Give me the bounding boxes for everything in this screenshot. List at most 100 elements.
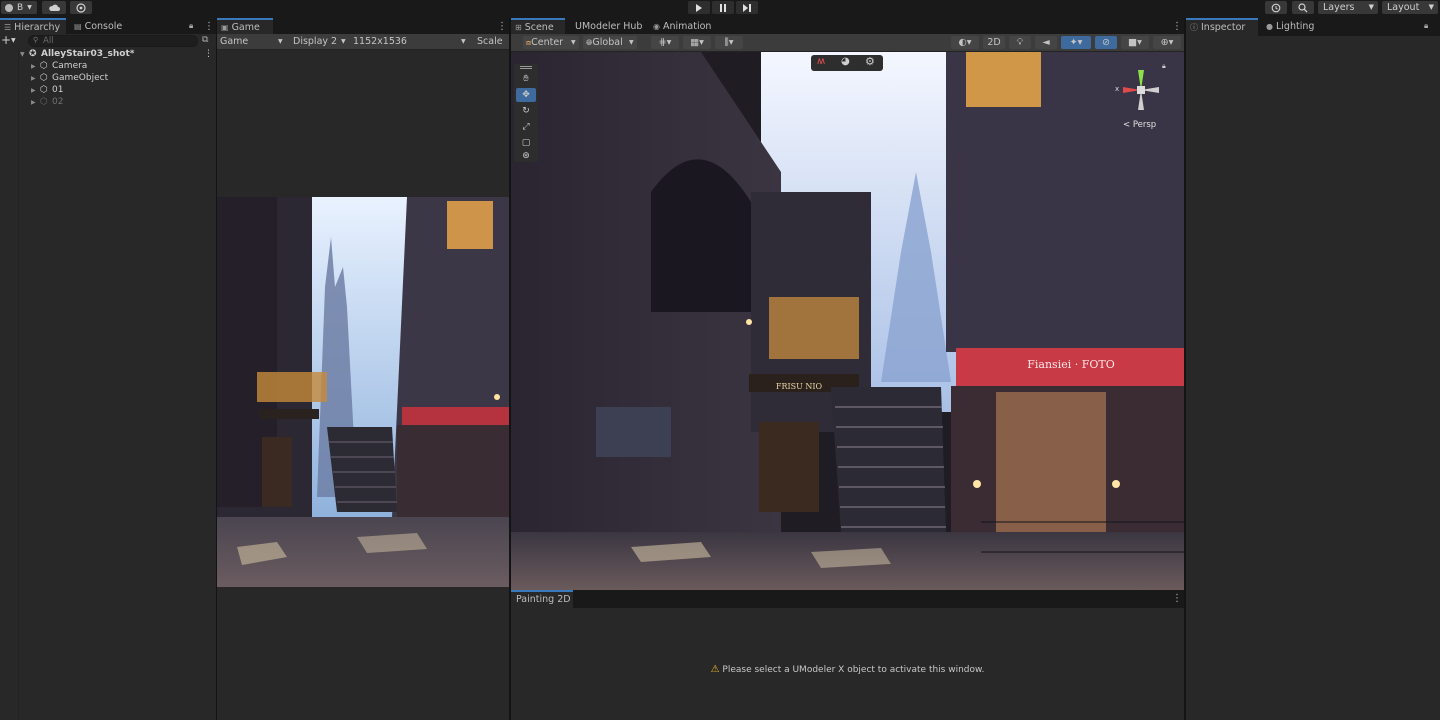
shape-icon[interactable]: ◕ bbox=[841, 56, 850, 67]
move-tool[interactable]: ✥ bbox=[516, 88, 536, 102]
rotate-tool[interactable]: ↻ bbox=[516, 104, 536, 118]
effects-toggle-button[interactable]: ✦▾ bbox=[1061, 36, 1091, 49]
gamepad-icon: ▣ bbox=[221, 23, 229, 32]
gizmo-icon: ⊕▾ bbox=[1160, 37, 1174, 48]
lock-icon[interactable]: 🔒︎ bbox=[189, 21, 193, 31]
lock-icon[interactable]: 🔒︎ bbox=[1162, 62, 1166, 71]
more-menu-icon[interactable]: ⋮ bbox=[204, 21, 214, 32]
snap-icon: ⫼▾ bbox=[724, 37, 734, 48]
plus-icon[interactable]: + bbox=[1, 33, 11, 47]
display-dropdown[interactable]: Display 2 ▼ bbox=[293, 35, 351, 48]
more-menu-icon[interactable]: ⋮ bbox=[1172, 21, 1182, 32]
more-menu-icon[interactable]: ⋮ bbox=[204, 48, 213, 60]
orientation-gizmo[interactable]: x < Persp bbox=[1111, 62, 1171, 130]
light-bulb-icon: 💡︎ bbox=[1016, 37, 1024, 48]
toggle-2d-button[interactable]: 2D bbox=[983, 36, 1005, 49]
hierarchy-item-01[interactable]: ▶ ⬡ 01 bbox=[0, 84, 216, 96]
gizmos-button[interactable]: ⊕▾ bbox=[1153, 36, 1181, 49]
grid-snap-icon: ⋕▾ bbox=[658, 37, 672, 48]
search-icon bbox=[1298, 2, 1308, 12]
more-menu-icon[interactable]: ⋮ bbox=[1172, 593, 1182, 604]
audio-toggle-button[interactable]: ◄ bbox=[1035, 36, 1057, 49]
increment-snap-button[interactable]: ⫼▾ bbox=[715, 36, 743, 49]
gear-icon[interactable]: ⚙︎ bbox=[865, 55, 875, 68]
game-mode-dropdown[interactable]: Game ▼ bbox=[220, 35, 286, 48]
layout-dropdown[interactable]: Layout ▼ bbox=[1382, 1, 1438, 14]
game-view-render[interactable] bbox=[217, 197, 509, 587]
tab-inspector[interactable]: ⓘ Inspector bbox=[1186, 18, 1258, 36]
step-button[interactable] bbox=[736, 1, 758, 14]
drag-handle-icon[interactable] bbox=[520, 66, 532, 69]
alley-scene-image bbox=[217, 197, 509, 587]
hand-icon: ✋︎ bbox=[523, 74, 529, 84]
gizmo-x-label: x bbox=[1115, 85, 1120, 93]
grid-icon: ▦▾ bbox=[690, 37, 704, 48]
play-button[interactable] bbox=[688, 1, 710, 14]
pivot-mode-dropdown[interactable]: ⧈Center ▼ bbox=[523, 36, 579, 49]
hierarchy-item-gameobject[interactable]: ▶ ⬡ GameObject bbox=[0, 72, 216, 84]
expand-right-icon[interactable]: ▶ bbox=[31, 97, 40, 109]
tab-painting-2d[interactable]: Painting 2D bbox=[511, 590, 573, 608]
scene-toolbar: ⧈Center ▼ 🌐︎Global ▼ ⋕▾ ▦▾ ⫼▾ ◐▾ 2D 💡︎ ◄… bbox=[511, 34, 1184, 52]
rect-tool[interactable]: ▢ bbox=[516, 136, 536, 150]
hierarchy-gutter bbox=[18, 48, 19, 720]
step-icon bbox=[742, 3, 751, 12]
space-mode-dropdown[interactable]: 🌐︎Global ▼ bbox=[583, 36, 637, 49]
lighting-toggle-button[interactable]: 💡︎ bbox=[1009, 36, 1031, 49]
chevron-down-icon: ▼ bbox=[27, 4, 32, 11]
grid-snap-button[interactable]: ⋕▾ bbox=[651, 36, 679, 49]
rect-transform-icon: ▢ bbox=[521, 138, 531, 148]
divider[interactable] bbox=[216, 18, 217, 720]
account-icon bbox=[5, 3, 13, 12]
pause-button[interactable] bbox=[712, 1, 734, 14]
scene-view-render[interactable]: FRISU NIO Fiansiei · FOTO ✋︎ ✥ ↻ ⤢ ▢ ⊛ ʍ… bbox=[511, 52, 1184, 590]
draw-mode-button[interactable]: ◐▾ bbox=[951, 36, 979, 49]
lock-icon[interactable]: 🔒︎ bbox=[1424, 21, 1428, 31]
gameobject-cube-icon: ⬡ bbox=[40, 85, 48, 95]
history-icon bbox=[1271, 3, 1281, 12]
scale-tool[interactable]: ⤢ bbox=[516, 120, 536, 134]
more-menu-icon[interactable]: ⋮ bbox=[497, 21, 507, 32]
hierarchy-panel: ☰ Hierarchy ▤ Console 🔒︎ ⋮ + ▼ ⚲ All ⧉ ▼ ✪ A… bbox=[0, 18, 216, 720]
history-button[interactable] bbox=[1265, 1, 1287, 14]
scene-visibility-icon[interactable]: ⧉ bbox=[202, 35, 208, 45]
projection-label[interactable]: < Persp bbox=[1123, 120, 1156, 130]
transform-icon: ⊛ bbox=[522, 151, 530, 161]
account-dropdown[interactable]: B ▼ bbox=[1, 1, 37, 14]
tab-lighting[interactable]: ● Lighting bbox=[1262, 18, 1326, 36]
cloud-button[interactable] bbox=[42, 1, 66, 14]
scene-panel: ⊞ Scene UModeler Hub ◉ Animation ⋮ ⧈Center… bbox=[511, 18, 1184, 590]
info-icon: ⓘ bbox=[1190, 23, 1198, 32]
chevron-down-icon[interactable]: ▼ bbox=[11, 37, 16, 44]
chevron-down-icon: ▼ bbox=[1368, 3, 1374, 11]
play-icon bbox=[696, 3, 702, 12]
chevron-down-icon: ▼ bbox=[571, 39, 576, 46]
layout-label: Layout bbox=[1387, 2, 1420, 13]
umodeler-logo-icon[interactable]: ʍ bbox=[817, 56, 825, 67]
grid-visibility-button[interactable]: ▦▾ bbox=[683, 36, 711, 49]
resolution-dropdown[interactable]: 1152x1536 ▼ bbox=[353, 35, 471, 48]
grid-icon: ⊞ bbox=[515, 23, 522, 32]
chevron-down-icon: ▼ bbox=[629, 39, 634, 46]
layers-dropdown[interactable]: Layers ▼ bbox=[1318, 1, 1378, 14]
effects-icon: ✦▾ bbox=[1069, 37, 1083, 48]
collab-button[interactable] bbox=[70, 1, 92, 14]
chevron-down-icon: ▼ bbox=[278, 38, 283, 45]
warning-icon: ⚠ bbox=[710, 664, 720, 675]
hierarchy-item-02[interactable]: ▶ ⬡ 02 bbox=[0, 96, 216, 108]
transform-tool[interactable]: ⊛ bbox=[516, 150, 536, 162]
scene-root-row[interactable]: ▼ ✪ AlleyStair03_shot* ⋮ bbox=[0, 48, 216, 60]
hierarchy-item-camera[interactable]: ▶ ⬡ Camera bbox=[0, 60, 216, 72]
hand-tool[interactable]: ✋︎ bbox=[516, 72, 536, 86]
painting-2d-message: ⚠ Please select a UModeler X object to a… bbox=[710, 664, 985, 675]
shop-sign-left: FRISU NIO bbox=[775, 382, 823, 391]
divider[interactable] bbox=[1184, 18, 1186, 720]
scale-slider[interactable]: Scale bbox=[477, 35, 509, 48]
eye-slash-icon: ⊘ bbox=[1102, 37, 1110, 48]
scene-visibility-button[interactable]: ⊘ bbox=[1095, 36, 1117, 49]
divider[interactable] bbox=[509, 18, 511, 720]
hierarchy-search-input[interactable]: ⚲ All bbox=[28, 35, 198, 47]
camera-settings-button[interactable]: ■▾ bbox=[1121, 36, 1149, 49]
scale-icon: ⤢ bbox=[522, 122, 530, 132]
search-button[interactable] bbox=[1292, 1, 1314, 14]
